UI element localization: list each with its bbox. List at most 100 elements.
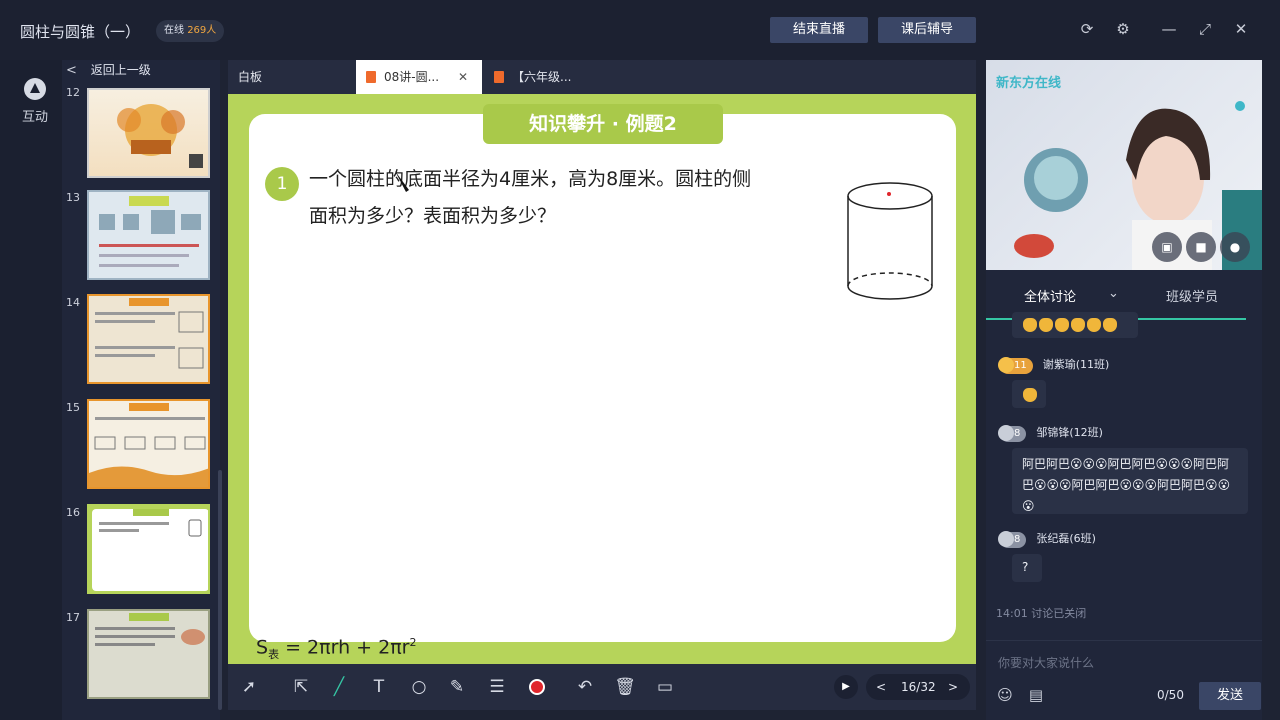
trash-icon[interactable]: 🗑 — [614, 676, 636, 698]
page-indicator: 16/32 — [901, 680, 936, 694]
play-icon[interactable]: ▶ — [834, 675, 858, 699]
text-tool-icon[interactable]: T — [368, 676, 390, 698]
maximize-icon[interactable]: ⤢ — [1196, 20, 1214, 38]
minimize-icon[interactable]: — — [1160, 20, 1178, 38]
chat-user-row: 8 张纪磊(6班) — [997, 531, 1096, 548]
line-width-icon[interactable]: ☰ — [486, 676, 508, 698]
image-icon[interactable]: ▤ — [1026, 685, 1046, 705]
shape-tool-icon[interactable]: ○ — [408, 676, 430, 698]
video-feed-image — [1014, 101, 1262, 270]
camera-icon[interactable]: ■ — [1186, 232, 1216, 262]
back-link[interactable]: < 返回上一级 — [66, 61, 151, 78]
clap-emoji-icon — [1023, 388, 1037, 402]
clap-emoji-icon — [1103, 318, 1117, 332]
slides-panel: < 返回上一级 12 13 14 15 16 17 — [62, 60, 220, 720]
question-line-1: 一个圆柱的底面半径为4厘米，高为8厘米。圆柱的侧 — [309, 168, 752, 190]
slide-content-image — [89, 506, 208, 592]
teacher-video: 新东方在线 ▣ ■ ● — [986, 60, 1262, 270]
send-button[interactable]: 发送 — [1199, 682, 1261, 710]
prev-page-button[interactable]: < — [876, 674, 886, 700]
tab-bar: 白板 08讲-圆... ✕ 【六年级... — [228, 60, 976, 94]
window-title: 圆柱与圆锥（一） — [20, 23, 141, 41]
tab-lecture-08[interactable]: 08讲-圆... ✕ — [356, 60, 482, 94]
chevron-left-icon: < — [66, 63, 77, 78]
level-badge: 8 — [997, 425, 1027, 442]
thumb-number: 15 — [66, 401, 80, 414]
close-tab-icon[interactable]: ✕ — [458, 60, 468, 94]
undo-icon[interactable]: ↶ — [574, 676, 596, 698]
pointer-tool-icon[interactable]: ➚ — [238, 676, 260, 698]
pen-cursor-icon — [395, 171, 409, 192]
thumb-number: 12 — [66, 86, 80, 99]
thumb-number: 17 — [66, 611, 80, 624]
autumn-leaves-image — [117, 104, 203, 168]
question-number: 1 — [265, 167, 299, 201]
chat-input-placeholder[interactable]: 你要对大家说什么 — [998, 654, 1094, 671]
thumb-number: 14 — [66, 296, 80, 309]
end-live-button[interactable]: 结束直播 — [770, 17, 868, 43]
chat-user-row: 11 谢紫瑜(11班) — [998, 357, 1110, 374]
tab-label: 白板 — [238, 70, 263, 84]
interact-label[interactable]: 互动 — [22, 106, 48, 125]
tab-class-students[interactable]: 班级学员 — [1166, 286, 1218, 305]
slide-thumbnail-17[interactable] — [87, 609, 210, 699]
refresh-icon[interactable]: ⟳ — [1078, 20, 1096, 38]
cylinder-figure — [847, 182, 933, 300]
document-icon — [366, 71, 376, 83]
formula-subscript: 表 — [268, 648, 280, 662]
diagram-image — [99, 196, 201, 267]
chevron-down-icon[interactable]: ⌄ — [1108, 286, 1119, 301]
page-navigator: < 16/32 > — [866, 674, 970, 700]
chat-message-bubble: ? — [1012, 554, 1042, 582]
tab-label: 【六年级... — [512, 70, 572, 84]
slide-thumbnail-13[interactable] — [87, 190, 210, 280]
slide-content-image — [89, 403, 208, 487]
select-tool-icon[interactable]: ⇱ — [290, 676, 312, 698]
online-badge: 在线 269人 — [156, 20, 225, 42]
surface-area-formula: S表 = 2πrh + 2πr2 — [256, 636, 416, 662]
slide-content-image — [95, 613, 205, 646]
slide-thumbnail-14[interactable] — [87, 294, 210, 384]
question-line-2: 面积为多少？表面积为多少？ — [309, 205, 557, 227]
tab-whiteboard[interactable]: 白板 — [238, 60, 354, 94]
slide-thumbnail-12[interactable] — [87, 88, 210, 178]
online-label: 在线 — [164, 25, 184, 36]
after-class-button[interactable]: 课后辅导 — [878, 17, 976, 43]
chat-user-row: 8 邹锦锋(12班) — [997, 425, 1103, 442]
highlighter-tool-icon[interactable]: ✎ — [446, 676, 468, 698]
document-icon — [494, 71, 504, 83]
formula-symbol: S — [256, 636, 269, 659]
screenshot-icon[interactable]: ▭ — [654, 676, 676, 698]
slide-thumbnail-15[interactable] — [87, 399, 210, 489]
level-badge: 11 — [998, 357, 1033, 374]
pip-icon[interactable]: ▣ — [1152, 232, 1182, 262]
pen-tool-icon[interactable]: ╱ — [328, 676, 350, 698]
thumb-number: 16 — [66, 506, 80, 519]
slide-banner: 知识攀升 · 例题2 — [483, 104, 723, 144]
color-picker-icon[interactable] — [526, 676, 548, 698]
clap-emoji-icon — [1055, 318, 1069, 332]
emoji-picker-icon[interactable]: ☺ — [995, 685, 1015, 705]
emoji-message-bubble — [1012, 380, 1046, 408]
formula-expression: = 2πrh + 2πr — [279, 636, 410, 659]
tab-all-discussion[interactable]: 全体讨论 — [1024, 286, 1076, 305]
back-label: 返回上一级 — [90, 63, 151, 77]
drawing-toolbar: ➚ ⇱ ╱ T ○ ✎ ☰ ↶ 🗑 ▭ — [228, 664, 976, 710]
tab-grade-six[interactable]: 【六年级... — [492, 60, 632, 94]
clap-emoji-icon — [1087, 318, 1101, 332]
char-count: 0/50 — [1157, 688, 1184, 702]
chat-message-bubble: 阿巴阿巴😮😮😮阿巴阿巴😮😮😮阿巴阿巴😮😮😮阿巴阿巴😮😮😮阿巴阿巴😮😮😮 — [1012, 448, 1248, 514]
close-icon[interactable]: ✕ — [1232, 20, 1250, 38]
slide-thumbnail-16[interactable] — [87, 504, 210, 594]
formula-exponent: 2 — [409, 636, 417, 649]
microphone-icon[interactable]: ● — [1220, 232, 1250, 262]
next-page-button[interactable]: > — [948, 674, 958, 700]
slide-content-image — [95, 298, 204, 369]
chat-username: 谢紫瑜(11班) — [1042, 358, 1110, 371]
level-badge: 8 — [997, 531, 1027, 548]
slides-scrollbar[interactable] — [218, 470, 222, 710]
settings-icon[interactable]: ⚙ — [1114, 20, 1132, 38]
online-count: 269人 — [187, 25, 217, 36]
interact-icon[interactable] — [24, 78, 46, 100]
chat-username: 邹锦锋(12班) — [1036, 426, 1103, 439]
